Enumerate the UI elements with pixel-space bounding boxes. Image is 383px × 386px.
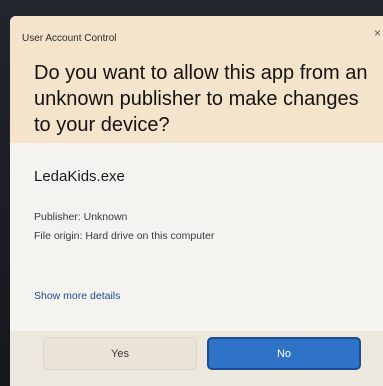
publisher-text: Publisher: Unknown (34, 211, 128, 223)
desktop-background: User Account Control × Do you want to al… (0, 0, 383, 386)
dialog-footer: Yes No (10, 331, 383, 386)
permission-question: Do you want to allow this app from an un… (34, 62, 368, 136)
app-name: LedaKids.exe (34, 168, 125, 185)
uac-dialog: User Account Control × Do you want to al… (10, 16, 383, 386)
dialog-body: LedaKids.exe Publisher: Unknown File ori… (10, 143, 383, 331)
yes-button[interactable]: Yes (43, 337, 197, 370)
close-icon[interactable]: × (374, 27, 381, 39)
no-button[interactable]: No (207, 337, 361, 370)
dialog-title: User Account Control (22, 33, 117, 44)
file-origin-text: File origin: Hard drive on this computer (34, 230, 215, 242)
dialog-header: User Account Control × Do you want to al… (10, 16, 383, 143)
show-more-details-link[interactable]: Show more details (34, 290, 120, 302)
